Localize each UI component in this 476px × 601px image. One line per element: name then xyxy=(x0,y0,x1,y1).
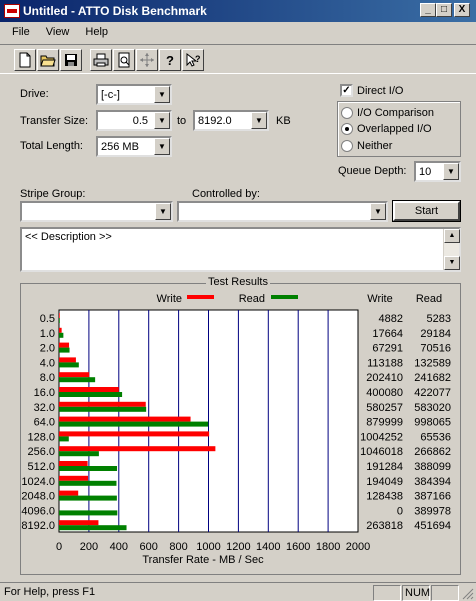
y-tick-label: 128.0 xyxy=(27,431,55,443)
y-tick-label: 16.0 xyxy=(34,387,55,399)
x-tick-label: 400 xyxy=(110,541,128,553)
write-rate-value: 0 xyxy=(397,505,403,517)
write-rate-value: 1004252 xyxy=(360,431,403,443)
status-help-text: For Help, press F1 xyxy=(4,586,96,598)
x-tick-label: 1200 xyxy=(226,541,250,553)
write-bar xyxy=(59,387,119,392)
status-bar: For Help, press F1 NUM xyxy=(0,582,476,601)
read-bar xyxy=(59,377,96,383)
read-rate-value: 132589 xyxy=(414,357,451,369)
write-rate-value: 1046018 xyxy=(360,446,403,458)
write-bar xyxy=(59,490,79,496)
write-rate-value: 4882 xyxy=(379,313,403,325)
status-pane-scroll xyxy=(431,585,459,601)
read-rate-value: 998065 xyxy=(414,417,451,429)
write-rate-value: 17664 xyxy=(372,328,403,340)
write-rate-value: 128438 xyxy=(366,491,403,503)
status-num: NUM xyxy=(402,585,430,601)
read-rate-value: 5283 xyxy=(427,313,451,325)
read-bar xyxy=(59,347,70,353)
read-bar xyxy=(59,421,209,427)
x-tick-label: 200 xyxy=(80,541,98,553)
column-read-header: Read xyxy=(416,293,442,305)
write-rate-value: 113188 xyxy=(367,357,403,369)
read-rate-value: 389978 xyxy=(414,505,451,517)
x-tick-label: 1000 xyxy=(196,541,220,553)
read-rate-value: 266862 xyxy=(414,446,451,458)
y-tick-label: 512.0 xyxy=(27,461,55,473)
write-bar xyxy=(59,372,90,378)
y-tick-label: 32.0 xyxy=(34,402,55,414)
read-bar xyxy=(59,451,99,457)
write-rate-value: 879999 xyxy=(366,417,403,429)
read-bar xyxy=(59,525,127,531)
x-tick-label: 1400 xyxy=(256,541,280,553)
read-rate-value: 384394 xyxy=(414,476,451,488)
write-bar xyxy=(59,431,210,437)
read-rate-value: 241682 xyxy=(414,372,451,384)
read-bar xyxy=(59,332,64,338)
y-tick-label: 64.0 xyxy=(34,417,55,429)
read-bar xyxy=(59,466,118,471)
read-rate-value: 451694 xyxy=(414,520,451,532)
write-rate-value: 191284 xyxy=(366,461,403,473)
write-bar xyxy=(59,520,99,526)
write-bar xyxy=(59,313,60,318)
read-bar xyxy=(59,362,79,368)
write-bar xyxy=(59,357,76,363)
y-tick-label: 256.0 xyxy=(27,446,55,458)
write-rate-value: 263818 xyxy=(366,520,403,532)
legend-read-swatch xyxy=(271,295,298,299)
read-bar xyxy=(59,510,118,516)
read-rate-value: 583020 xyxy=(414,402,451,414)
write-bar xyxy=(59,475,89,481)
read-rate-value: 65536 xyxy=(420,431,451,443)
read-bar xyxy=(59,318,60,323)
read-rate-value: 387166 xyxy=(414,491,451,503)
read-rate-value: 29184 xyxy=(420,328,451,340)
column-write-header: Write xyxy=(367,293,392,305)
y-tick-label: 0.5 xyxy=(40,313,55,325)
x-tick-label: 1600 xyxy=(286,541,310,553)
read-rate-value: 388099 xyxy=(414,461,451,473)
write-bar xyxy=(59,461,88,466)
x-tick-label: 1800 xyxy=(316,541,340,553)
y-tick-label: 2048.0 xyxy=(21,491,55,503)
legend-write-swatch xyxy=(187,295,214,299)
y-tick-label: 4096.0 xyxy=(21,505,55,517)
read-bar xyxy=(59,495,117,501)
y-tick-label: 2.0 xyxy=(40,343,55,355)
x-tick-label: 600 xyxy=(140,541,158,553)
y-tick-label: 8192.0 xyxy=(21,520,55,532)
write-rate-value: 194049 xyxy=(366,476,403,488)
x-tick-label: 2000 xyxy=(346,541,370,553)
read-rate-value: 70516 xyxy=(420,343,451,355)
read-bar xyxy=(59,392,123,397)
legend-write-label: Write xyxy=(157,293,182,305)
y-tick-label: 8.0 xyxy=(40,372,55,384)
legend-read-label: Read xyxy=(239,293,265,305)
read-bar xyxy=(59,406,147,412)
write-bar xyxy=(59,446,216,452)
resize-grip-icon[interactable] xyxy=(462,588,474,600)
status-pane-caps xyxy=(373,585,401,601)
write-rate-value: 580257 xyxy=(366,402,403,414)
write-bar xyxy=(59,342,70,348)
x-tick-label: 800 xyxy=(169,541,187,553)
write-rate-value: 67291 xyxy=(372,343,403,355)
y-tick-label: 1.0 xyxy=(40,328,55,340)
read-bar xyxy=(59,436,69,442)
read-bar xyxy=(59,480,117,486)
write-bar xyxy=(59,416,191,422)
write-bar xyxy=(59,327,62,333)
y-tick-label: 1024.0 xyxy=(21,476,55,488)
write-bar xyxy=(59,401,146,407)
read-rate-value: 422077 xyxy=(414,387,451,399)
write-rate-value: 202410 xyxy=(366,372,403,384)
x-tick-label: 0 xyxy=(56,541,62,553)
write-rate-value: 400080 xyxy=(366,387,403,399)
y-tick-label: 4.0 xyxy=(40,357,55,369)
transfer-rate-chart: Write Read Write Read 0 200 400 600 800 1000 1… xyxy=(21,293,451,566)
x-axis-label: Transfer Rate - MB / Sec xyxy=(142,554,264,566)
